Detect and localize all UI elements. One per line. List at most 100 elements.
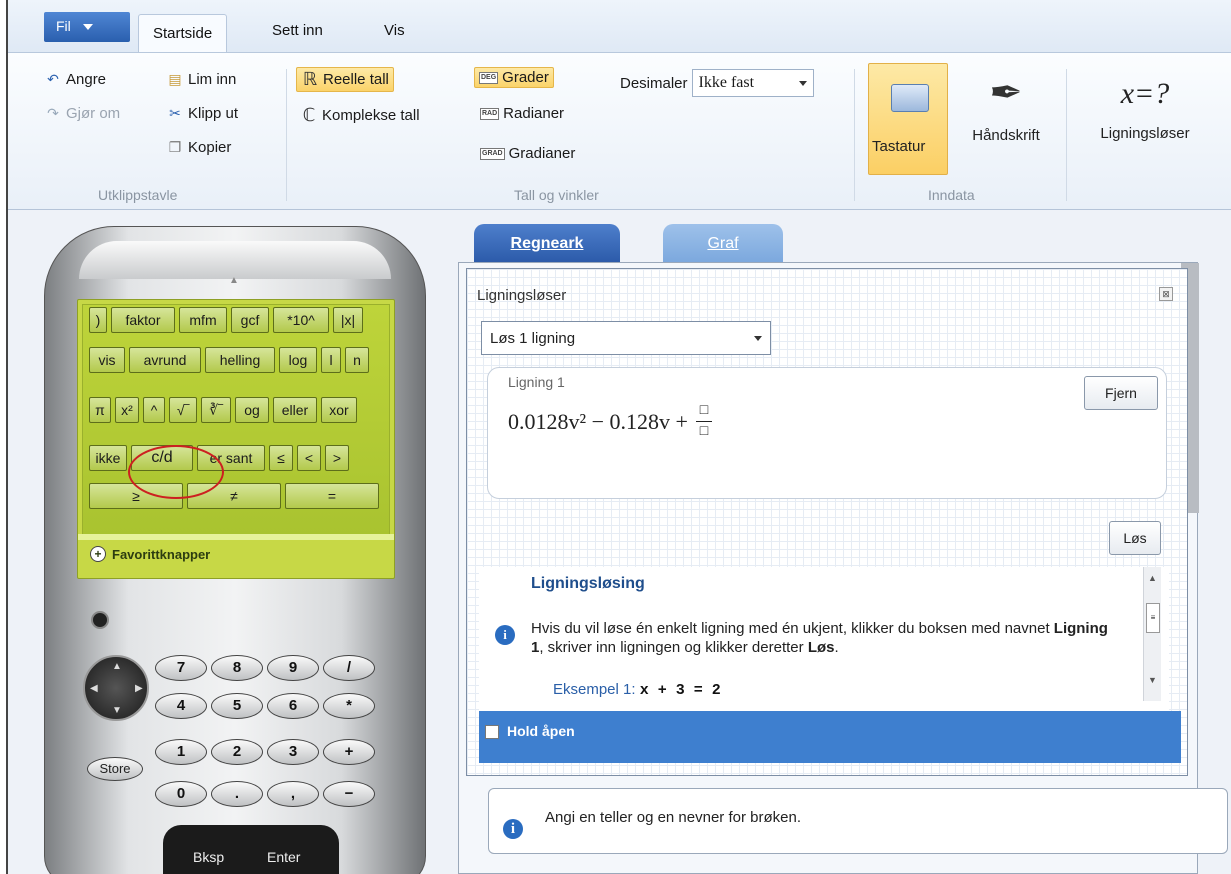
- tab-startside[interactable]: Startside: [138, 14, 228, 54]
- key-helling[interactable]: helling: [205, 347, 275, 373]
- store-button[interactable]: Store: [87, 757, 143, 781]
- annotation-circle: [128, 445, 224, 499]
- equation-solver-label: Ligningsløser: [1100, 125, 1190, 142]
- ribbon-tab-bar: Fil Startside Sett inn Vis: [8, 0, 1231, 54]
- direction-pad[interactable]: ▲ ▼ ◀ ▶: [83, 655, 149, 721]
- scroll-down-icon[interactable]: ▼: [1148, 675, 1157, 685]
- key-4[interactable]: 4: [155, 693, 207, 719]
- help-scrollbar[interactable]: ▲ ≡ ▼: [1143, 567, 1161, 701]
- collapse-icon[interactable]: [91, 611, 109, 629]
- arrow-up-icon[interactable]: ▲: [112, 661, 122, 672]
- key-9[interactable]: 9: [267, 655, 319, 681]
- handwriting-button[interactable]: ✒ Håndskrift: [956, 63, 1056, 175]
- enter-button[interactable]: Enter: [267, 849, 300, 865]
- key-minus[interactable]: −: [323, 781, 375, 807]
- key-cbrt[interactable]: ∛‾: [201, 397, 231, 423]
- scroll-up-icon[interactable]: ▲: [1148, 573, 1157, 583]
- key-close-paren[interactable]: ): [89, 307, 107, 333]
- key-vis[interactable]: vis: [89, 347, 125, 373]
- gradians-button[interactable]: GRAD Gradianer: [480, 145, 575, 162]
- key-less-equal[interactable]: ≤: [269, 445, 293, 471]
- tab-graf[interactable]: Graf: [663, 224, 783, 264]
- key-eller[interactable]: eller: [273, 397, 317, 423]
- favorites-toggle[interactable]: + Favorittknapper: [90, 546, 210, 562]
- chevron-down-icon: [798, 80, 807, 86]
- tab-vis[interactable]: Vis: [384, 22, 405, 39]
- equation-solver-button[interactable]: x=? Ligningsløser: [1080, 63, 1210, 142]
- key-row: π x² ^ √‾ ∛‾ og eller xor: [89, 397, 357, 423]
- file-menu-label: Fil: [56, 18, 71, 34]
- equation-input-box[interactable]: Ligning 1 0.0128v² − 0.128v + □ □ Fjern: [487, 367, 1167, 499]
- scroll-up-icon[interactable]: ▲: [229, 275, 239, 286]
- complex-numbers-button[interactable]: ℂ Komplekse tall: [300, 105, 420, 126]
- radians-button[interactable]: RAD Radianer: [480, 105, 564, 122]
- key-8[interactable]: 8: [211, 655, 263, 681]
- solve-button[interactable]: Løs: [1109, 521, 1161, 555]
- key-2[interactable]: 2: [211, 739, 263, 765]
- key-sqrt[interactable]: √‾: [169, 397, 197, 423]
- key-square[interactable]: x²: [115, 397, 139, 423]
- key-avrund[interactable]: avrund: [129, 347, 201, 373]
- redo-button[interactable]: ↷ Gjør om: [44, 105, 120, 122]
- degrees-button[interactable]: DEG Grader: [474, 67, 554, 88]
- key-l[interactable]: l: [321, 347, 341, 373]
- numerator-placeholder[interactable]: □: [700, 404, 708, 418]
- keep-open-checkbox[interactable]: [485, 725, 499, 739]
- key-less[interactable]: <: [297, 445, 321, 471]
- favorites-label: Favorittknapper: [112, 546, 211, 562]
- key-7[interactable]: 7: [155, 655, 207, 681]
- calculator-screen: ) faktor mfm gcf *10^ |x| vis avrund hel…: [77, 299, 395, 579]
- rad-icon: RAD: [480, 107, 500, 120]
- key-1[interactable]: 1: [155, 739, 207, 765]
- key-pi[interactable]: π: [89, 397, 111, 423]
- arrow-down-icon[interactable]: ▼: [112, 705, 122, 716]
- copy-button[interactable]: ❐ Kopier: [166, 139, 232, 156]
- scroll-thumb[interactable]: ≡: [1146, 603, 1160, 633]
- solve-mode-select[interactable]: Løs 1 ligning: [481, 321, 771, 355]
- key-gcf[interactable]: gcf: [231, 307, 269, 333]
- redo-label: Gjør om: [66, 105, 121, 122]
- pen-icon: ✒: [989, 71, 1023, 115]
- real-numbers-button[interactable]: ℝ Reelle tall: [296, 67, 394, 92]
- arrow-left-icon[interactable]: ◀: [90, 683, 98, 694]
- key-n[interactable]: n: [345, 347, 369, 373]
- key-times-ten-power[interactable]: *10^: [273, 307, 329, 333]
- keyboard-button[interactable]: Tastatur: [868, 63, 948, 175]
- key-5[interactable]: 5: [211, 693, 263, 719]
- tab-sett-inn[interactable]: Sett inn: [272, 22, 323, 39]
- key-decimal[interactable]: .: [211, 781, 263, 807]
- key-divide[interactable]: /: [323, 655, 375, 681]
- key-6[interactable]: 6: [267, 693, 319, 719]
- decimals-select[interactable]: Ikke fast: [691, 69, 814, 97]
- fraction-placeholder[interactable]: □ □: [695, 404, 712, 439]
- file-menu-button[interactable]: Fil: [44, 12, 130, 42]
- key-power[interactable]: ^: [143, 397, 165, 423]
- key-faktor[interactable]: faktor: [111, 307, 175, 333]
- key-abs[interactable]: |x|: [333, 307, 363, 333]
- cut-button[interactable]: ✂ Klipp ut: [166, 105, 238, 122]
- key-comma[interactable]: ,: [267, 781, 319, 807]
- key-og[interactable]: og: [235, 397, 269, 423]
- remove-button[interactable]: Fjern: [1084, 376, 1158, 410]
- paste-button[interactable]: ▤ Lim inn: [166, 71, 236, 88]
- undo-icon: ↶: [47, 71, 59, 87]
- equation-expression[interactable]: 0.0128v² − 0.128v + □ □: [508, 404, 712, 439]
- deg-icon: DEG: [479, 71, 499, 84]
- key-xor[interactable]: xor: [321, 397, 357, 423]
- key-mfm[interactable]: mfm: [179, 307, 227, 333]
- key-multiply[interactable]: *: [323, 693, 375, 719]
- arrow-right-icon[interactable]: ▶: [135, 683, 143, 694]
- key-greater[interactable]: >: [325, 445, 349, 471]
- tab-regneark[interactable]: Regneark: [474, 224, 620, 264]
- key-equals[interactable]: =: [285, 483, 379, 509]
- key-log[interactable]: log: [279, 347, 317, 373]
- denominator-placeholder[interactable]: □: [700, 425, 708, 439]
- key-plus[interactable]: +: [323, 739, 375, 765]
- key-3[interactable]: 3: [267, 739, 319, 765]
- undo-button[interactable]: ↶ Angre: [44, 71, 106, 88]
- key-0[interactable]: 0: [155, 781, 207, 807]
- key-ikke[interactable]: ikke: [89, 445, 127, 471]
- help-example: Eksempel 1: x + 3 = 2: [553, 681, 721, 699]
- backspace-button[interactable]: Bksp: [193, 849, 224, 865]
- close-icon[interactable]: ⊠: [1159, 287, 1173, 301]
